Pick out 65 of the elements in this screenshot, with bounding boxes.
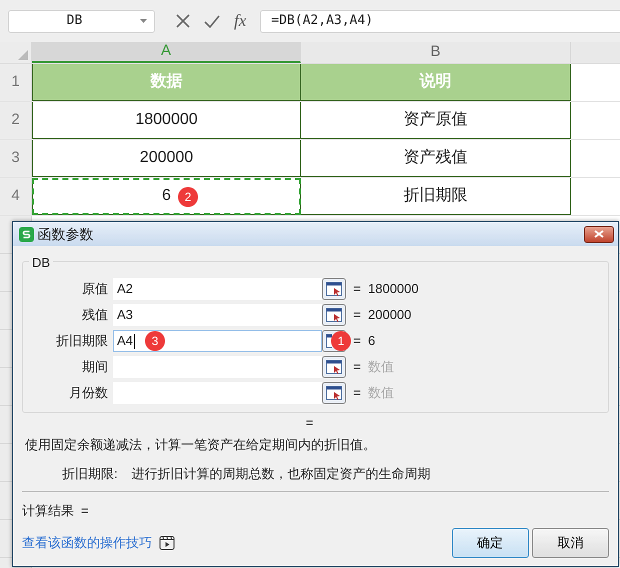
argument-help-text: 进行折旧计算的周期总数，也称固定资产的生命周期 — [132, 465, 431, 483]
argument-field[interactable]: A3 — [113, 304, 322, 326]
range-select-icon — [326, 282, 342, 296]
table-cell: 200000 — [32, 140, 301, 177]
equals-sign: = — [352, 358, 362, 376]
table-cell: 1800000 — [32, 102, 301, 139]
window-title: 函数参数 — [38, 224, 94, 244]
close-button[interactable] — [584, 226, 614, 242]
row-header[interactable]: 1 — [0, 64, 32, 101]
result-label: 计算结果 — [22, 502, 74, 520]
table-cell-text: 6 — [162, 186, 171, 206]
table-cell: 说明 — [301, 64, 571, 101]
dialog-button[interactable]: 确定 — [452, 528, 528, 558]
video-icon — [159, 535, 175, 551]
equals-sign: = — [352, 332, 362, 350]
argument-help-label: 折旧期限: — [62, 465, 118, 483]
column-header[interactable]: B — [301, 42, 571, 63]
argument-field[interactable] — [113, 356, 322, 378]
argument-result: 1800000 — [368, 280, 419, 298]
argument-label: 期间 — [81, 358, 109, 376]
argument-field[interactable] — [113, 382, 322, 404]
argument-label: 月份数 — [68, 384, 109, 402]
equals-sign: = — [352, 384, 362, 402]
table-cell: 资产原值 — [301, 102, 571, 139]
equals-sign: = — [352, 280, 362, 298]
argument-label: 原值 — [81, 280, 109, 298]
table-cell: 数据 — [32, 64, 301, 101]
range-select-icon — [326, 308, 342, 322]
table-cell: 折旧期限 — [301, 178, 571, 215]
formula-field[interactable]: =DB(A2,A3,A4) — [260, 10, 620, 32]
select-all-icon — [18, 50, 28, 60]
row-header[interactable]: 4 — [0, 178, 32, 215]
argument-label: 残值 — [81, 306, 109, 324]
app-logo-icon — [19, 226, 34, 242]
argument-field[interactable]: A4 3 — [113, 330, 322, 352]
formula-result: = — [306, 414, 314, 432]
check-icon[interactable] — [204, 14, 220, 28]
argument-field[interactable]: A2 — [113, 278, 322, 300]
result-value: = — [81, 502, 89, 520]
equals-sign: = — [352, 306, 362, 324]
argument-result: 200000 — [368, 306, 412, 324]
function-description: 使用固定余额递减法，计算一笔资产在给定期间内的折旧值。 — [25, 436, 376, 454]
argument-label: 折旧期限 — [55, 332, 109, 350]
table-cell: 资产残值 — [301, 140, 571, 177]
step-marker: 1 — [331, 331, 351, 351]
row-header[interactable]: 3 — [0, 140, 32, 177]
insert-function-button[interactable]: fx — [234, 8, 246, 34]
range-select-icon — [326, 386, 342, 400]
range-select-icon — [326, 360, 342, 374]
help-link[interactable]: 查看该函数的操作技巧 — [22, 533, 152, 553]
argument-result: 6 — [368, 332, 376, 350]
cancel-icon[interactable] — [176, 14, 190, 28]
name-box[interactable]: DB — [8, 10, 155, 32]
dialog-button[interactable]: 取消 — [532, 528, 609, 558]
range-select-button[interactable] — [322, 382, 346, 404]
argument-result: 数值 — [368, 358, 394, 376]
range-select-button[interactable] — [322, 356, 346, 378]
range-select-button[interactable] — [322, 304, 346, 326]
range-select-button[interactable] — [322, 278, 346, 300]
argument-result: 数值 — [368, 384, 394, 402]
dropdown-icon — [140, 19, 147, 23]
step-marker: 2 — [178, 187, 198, 207]
row-header[interactable]: 2 — [0, 102, 32, 139]
close-icon — [594, 230, 604, 238]
step-marker: 3 — [145, 331, 165, 351]
